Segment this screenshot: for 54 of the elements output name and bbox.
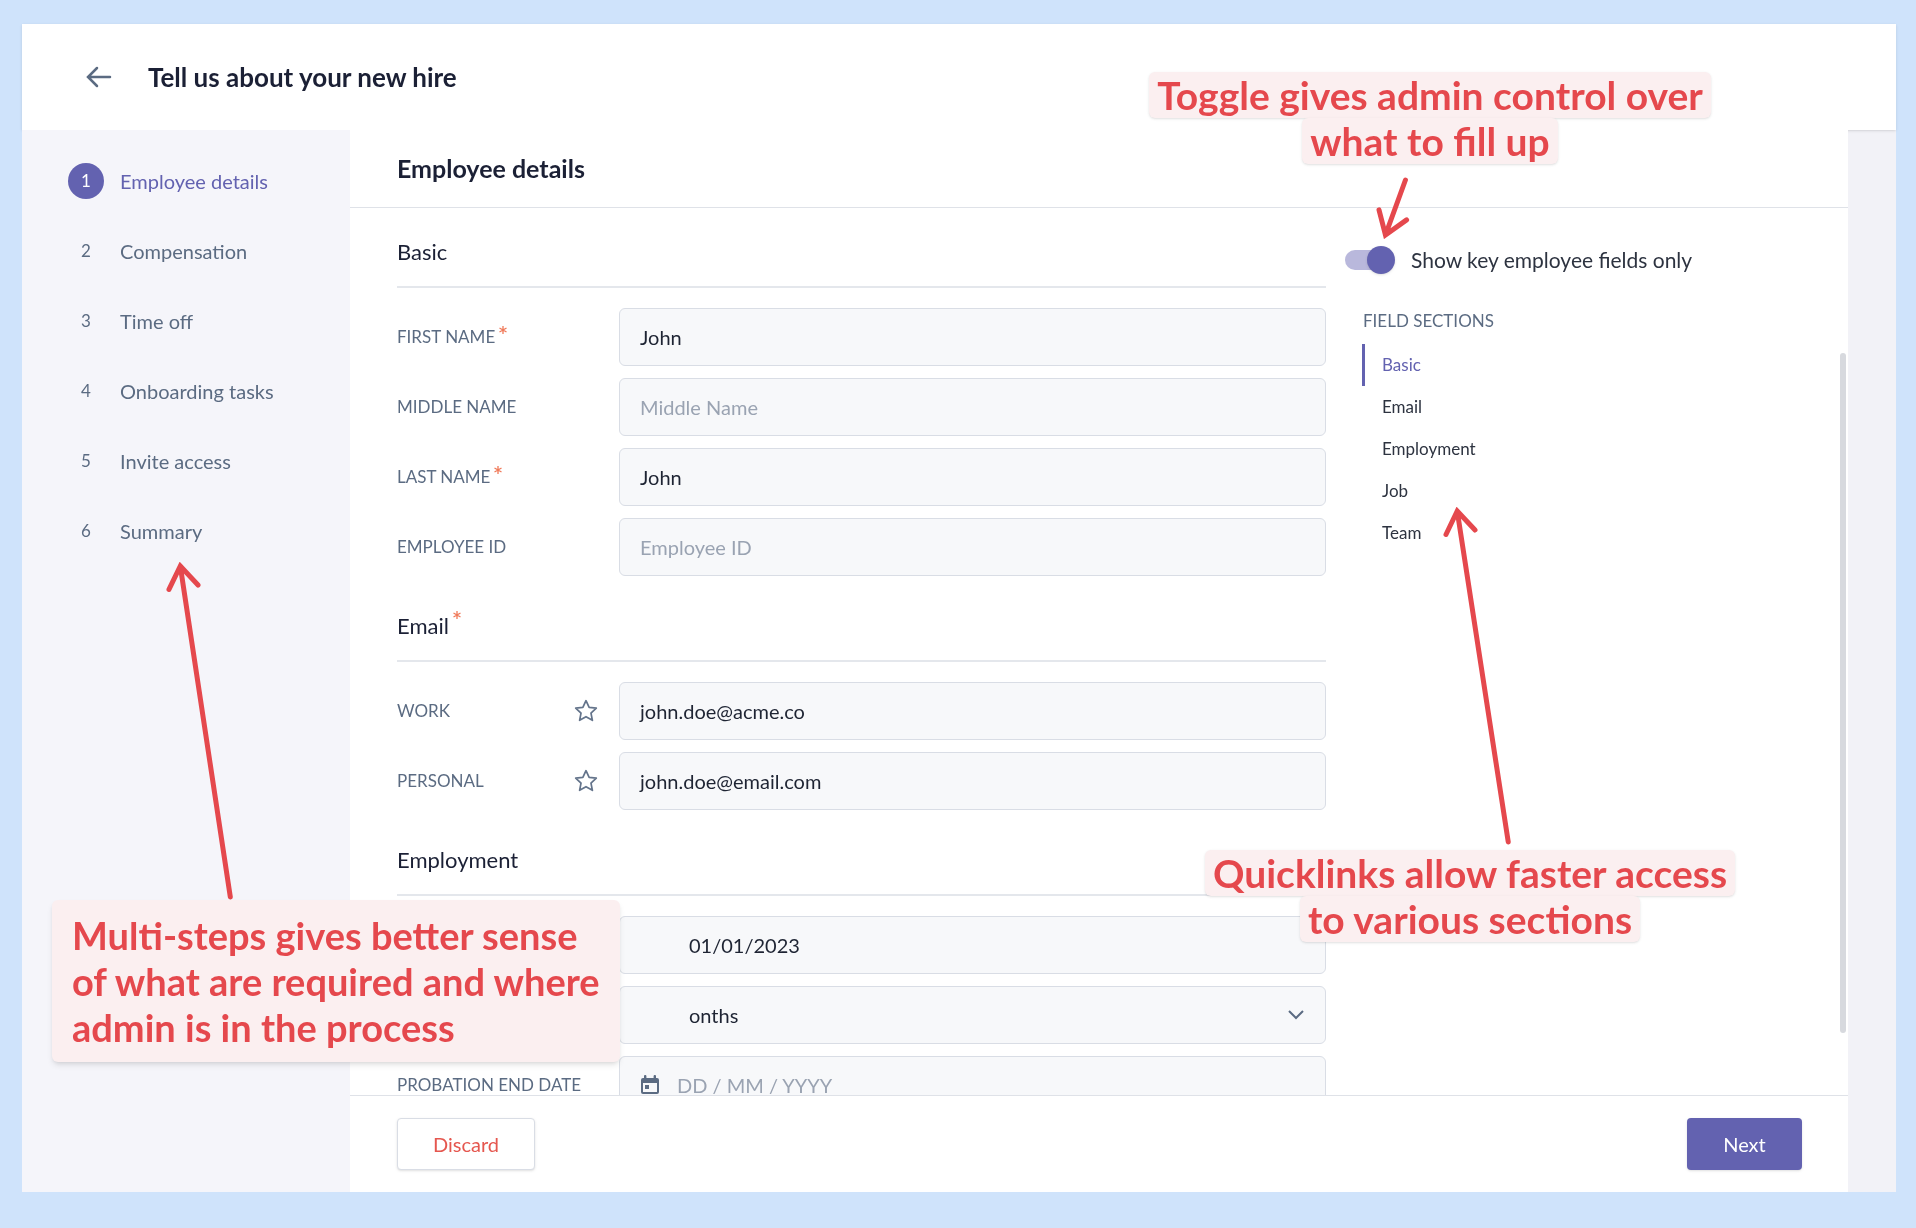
step-item[interactable]: 3 Time off (68, 286, 350, 356)
panel-title: Employee details (397, 151, 585, 185)
page-title: Tell us about your new hire (148, 59, 457, 95)
step-item[interactable]: 6 Summary (68, 496, 350, 566)
section-title: Email (397, 611, 449, 641)
input-field[interactable]: john.doe@email.com (619, 752, 1326, 810)
toggle-label: Show key employee fields only (1411, 246, 1693, 275)
field-label: FIRST NAME (397, 325, 496, 350)
input-field[interactable]: john.doe@acme.co (619, 682, 1326, 740)
input-field[interactable]: John (619, 308, 1326, 366)
input-field[interactable]: John (619, 448, 1326, 506)
step-item[interactable]: 4 Onboarding tasks (68, 356, 350, 426)
field-value: onths (689, 1002, 740, 1029)
annotation-tooltip: Multi-steps gives better sense of what are required and where admin is in the process (52, 900, 620, 1062)
next-button[interactable]: Next (1687, 1118, 1802, 1170)
field-value: 01/01/2023 (689, 932, 801, 959)
field-value: john.doe@email.com (640, 768, 823, 795)
field-label: PERSONAL (397, 769, 484, 794)
arrow-icon (1443, 507, 1511, 845)
arrow-icon (1376, 177, 1409, 239)
quicklink[interactable]: Employment (1362, 427, 1693, 470)
calendar-icon (638, 1073, 662, 1095)
field-value: John (640, 464, 683, 491)
field-label: PROBATION END DATE (397, 1073, 582, 1095)
input-field[interactable]: Middle Name (619, 378, 1326, 436)
chevron-down-icon (1287, 1009, 1305, 1021)
scrollbar[interactable] (1840, 353, 1846, 1033)
input-field[interactable]: DD / MM / YYYY (619, 1056, 1326, 1095)
field-label: EMPLOYEE ID (397, 535, 507, 560)
annotation-tooltip: Quicklinks allow faster access to various sections (1204, 850, 1736, 942)
field-value: John (640, 324, 683, 351)
quicklink[interactable]: Job (1362, 469, 1693, 512)
star-icon[interactable] (573, 698, 599, 724)
step-item[interactable]: 5 Invite access (68, 426, 350, 496)
step-item[interactable]: 2 Compensation (68, 216, 350, 286)
section-title: Employment (397, 845, 519, 875)
select-field[interactable]: onths (619, 986, 1326, 1044)
quicklink[interactable]: Team (1362, 511, 1693, 554)
field-label: LAST NAME (397, 465, 491, 490)
field-label: MIDDLE NAME (397, 395, 517, 420)
arrow-icon (166, 562, 233, 900)
field-label: WORK (397, 699, 450, 724)
back-arrow-icon[interactable] (86, 66, 112, 88)
input-field[interactable]: Employee ID (619, 518, 1326, 576)
quicklink[interactable]: Basic (1362, 343, 1693, 386)
section-title: Basic (397, 237, 448, 267)
toggle-switch[interactable] (1345, 245, 1395, 275)
star-icon[interactable] (573, 768, 599, 794)
step-item[interactable]: 1 Employee details (68, 146, 350, 216)
discard-button[interactable]: Discard (397, 1118, 535, 1170)
field-value: john.doe@acme.co (640, 698, 806, 725)
quicklinks-heading: FIELD SECTIONS (1363, 309, 1495, 333)
quicklink[interactable]: Email (1362, 385, 1693, 428)
annotation-tooltip: Toggle gives admin control over what to fill up (1149, 72, 1711, 164)
